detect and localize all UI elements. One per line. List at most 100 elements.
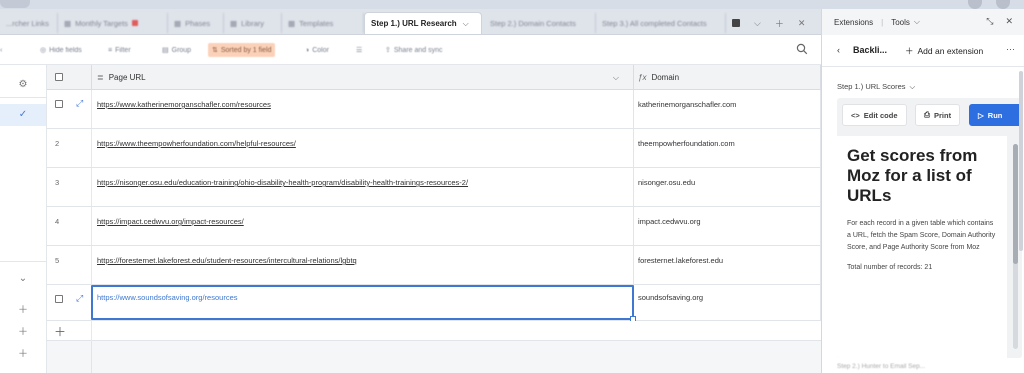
chevron-down-icon[interactable]: ⌵	[914, 17, 920, 27]
row-checkbox[interactable]	[55, 100, 63, 108]
add-extension-button[interactable]: ＋ Add an extension	[905, 45, 983, 57]
tab-monthly-targets[interactable]: ▦ Monthly Targets	[58, 13, 168, 33]
cell-divider	[633, 246, 634, 284]
row-checkbox[interactable]	[55, 295, 63, 303]
panel-scrollbar[interactable]	[1019, 71, 1023, 251]
tab-archer-links[interactable]: ...rcher Links	[0, 13, 58, 33]
domain-cell[interactable]: soundsofsaving.org	[638, 293, 703, 302]
domain-cell[interactable]: katherinemorganschafler.com	[638, 100, 736, 109]
active-cell-outline	[91, 285, 636, 322]
sidebar-item-selected-view[interactable]: ✓	[0, 104, 46, 126]
select-all-checkbox[interactable]	[55, 73, 63, 81]
column-header-page-url[interactable]: ≣ Page URL ⌵	[97, 65, 627, 90]
table-row[interactable]: ⤢ https://www.soundsofsaving.org/resourc…	[47, 285, 821, 322]
chevron-down-icon[interactable]: ⌵	[754, 18, 761, 29]
table-row[interactable]: 4 https://impact.cedwvu.org/impact-resou…	[47, 207, 821, 246]
extension-card-header: ‹ Backli... ＋ Add an extension ⋯	[822, 35, 1024, 67]
table-icon: ▦	[230, 18, 238, 28]
close-icon[interactable]: ✕	[798, 18, 806, 29]
chevron-down-icon[interactable]: ⌵	[613, 73, 619, 83]
add-icon[interactable]: ＋	[54, 323, 66, 340]
print-button[interactable]: ⎙ Print	[915, 104, 961, 126]
expand-record-icon[interactable]: ⤢	[76, 98, 83, 109]
tab-step-3-completed-contacts[interactable]: Step 3.) All completed Contacts	[596, 13, 726, 33]
group-button[interactable]: ▤ Group	[162, 43, 191, 57]
domain-cell[interactable]: foresternet.lakeforest.edu	[638, 256, 723, 265]
tab-extensions[interactable]: Extensions	[834, 18, 873, 27]
hide-fields-button[interactable]: ◎ Hide fields	[40, 43, 82, 57]
settings-icon[interactable]: ⚙	[0, 79, 46, 90]
chevron-down-icon[interactable]: ⌄	[0, 273, 46, 284]
filter-button[interactable]: ≡ Filter	[108, 43, 131, 57]
print-icon: ⎙	[924, 110, 930, 119]
page-url-cell[interactable]: https://www.theempowherfoundation.com/he…	[97, 139, 296, 148]
share-sync-button[interactable]: ⇪ Share and sync	[385, 43, 443, 57]
table-row[interactable]: ⤢ https://www.katherinemorganschafler.co…	[47, 90, 821, 129]
tab-label: Library	[241, 18, 265, 28]
chevron-down-icon[interactable]: ⌵	[463, 19, 469, 29]
chevron-icon[interactable]: ‹	[0, 43, 2, 57]
domain-cell[interactable]: impact.cedwvu.org	[638, 217, 701, 226]
share-icon: ⇪	[385, 47, 391, 54]
table-row[interactable]: 3 https://nisonger.osu.edu/education-tra…	[47, 168, 821, 207]
app-icon[interactable]	[732, 19, 740, 27]
tab-label: Step 3.) All completed Contacts	[602, 18, 707, 28]
extension-subtitle-label: Step 1.) URL Scores	[837, 82, 906, 91]
extension-title[interactable]: Backli...	[853, 45, 887, 55]
domain-cell[interactable]: nisonger.osu.edu	[638, 178, 695, 187]
filter-icon: ≡	[108, 46, 113, 54]
expand-icon[interactable]: ⤡	[986, 16, 993, 27]
alert-badge	[131, 20, 138, 26]
filter-label: Filter	[115, 46, 131, 54]
sort-button[interactable]: ⇅ Sorted by 1 field	[208, 43, 276, 57]
record-count: Total number of records: 21	[847, 264, 933, 271]
scrollbar-thumb[interactable]	[1013, 144, 1018, 264]
column-name: Domain	[651, 73, 680, 82]
search-icon[interactable]	[796, 43, 810, 57]
cell-divider	[91, 341, 92, 373]
eye-icon: ◎	[40, 47, 47, 54]
add-extension-label: Add an extension	[917, 46, 984, 56]
extension-subtitle[interactable]: Step 1.) URL Scores ⌵	[837, 82, 915, 92]
run-label: Run	[987, 110, 1003, 120]
add-icon[interactable]: ＋	[0, 345, 46, 360]
column-header-domain[interactable]: ƒx Domain	[638, 65, 818, 90]
color-button[interactable]: ◑ Color	[305, 43, 329, 57]
page-url-cell[interactable]: https://nisonger.osu.edu/education-train…	[97, 178, 468, 187]
page-url-cell[interactable]: https://www.katherinemorganschafler.com/…	[97, 100, 271, 109]
row-height-button[interactable]: ☰	[356, 43, 362, 57]
add-icon[interactable]: ＋	[0, 323, 46, 338]
page-url-cell[interactable]: https://impact.cedwvu.org/impact-resourc…	[97, 217, 244, 226]
tab-step-2-domain-contacts[interactable]: Step 2.) Domain Contacts	[484, 13, 596, 33]
tab-phases[interactable]: ▦ Phases	[168, 13, 224, 33]
window-control-button[interactable]	[968, 0, 982, 9]
next-extension-title[interactable]: Step 2.) Hunter to Email Sep...	[837, 363, 925, 370]
tab-label: Monthly Targets	[75, 18, 128, 28]
edit-code-button[interactable]: <> Edit code	[842, 104, 907, 126]
row-number: 4	[55, 217, 60, 226]
add-record-row[interactable]: ＋	[47, 321, 821, 341]
chevron-left-icon[interactable]: ‹	[837, 45, 840, 55]
tab-tools[interactable]: Tools	[891, 18, 910, 27]
tab-label: ...rcher Links	[6, 18, 49, 28]
tab-library[interactable]: ▦ Library	[224, 13, 282, 33]
extension-actions: <> Edit code ⎙ Print ▷ Run	[837, 104, 1022, 126]
tab-bar-controls: ⌵ ＋ ✕	[732, 13, 805, 33]
close-icon[interactable]: ✕	[1005, 16, 1013, 27]
extension-app-frame: <> Edit code ⎙ Print ▷ Run Get scores from …	[837, 98, 1022, 358]
left-sidebar: ⚙ ✓ ⌄ ＋ ＋ ＋	[0, 65, 47, 373]
domain-cell[interactable]: theempowherfoundation.com	[638, 139, 735, 148]
table-row[interactable]: 5 https://foresternet.lakeforest.edu/stu…	[47, 246, 821, 285]
page-url-cell[interactable]: https://foresternet.lakeforest.edu/stude…	[97, 256, 357, 265]
expand-record-icon[interactable]: ⤢	[76, 293, 83, 304]
extension-scrollbar[interactable]	[1013, 144, 1018, 349]
header-divider: |	[881, 17, 884, 27]
avatar[interactable]	[996, 0, 1010, 9]
tab-templates[interactable]: ▦ Templates	[282, 13, 364, 33]
run-button[interactable]: ▷ Run	[969, 104, 1022, 126]
add-icon[interactable]: ＋	[775, 17, 784, 30]
add-icon[interactable]: ＋	[0, 301, 46, 316]
more-options-icon[interactable]: ⋯	[1006, 44, 1015, 55]
tab-step-1-url-research[interactable]: Step 1.) URL Research ⌵	[364, 12, 482, 34]
table-row[interactable]: 2 https://www.theempowherfoundation.com/…	[47, 129, 821, 168]
